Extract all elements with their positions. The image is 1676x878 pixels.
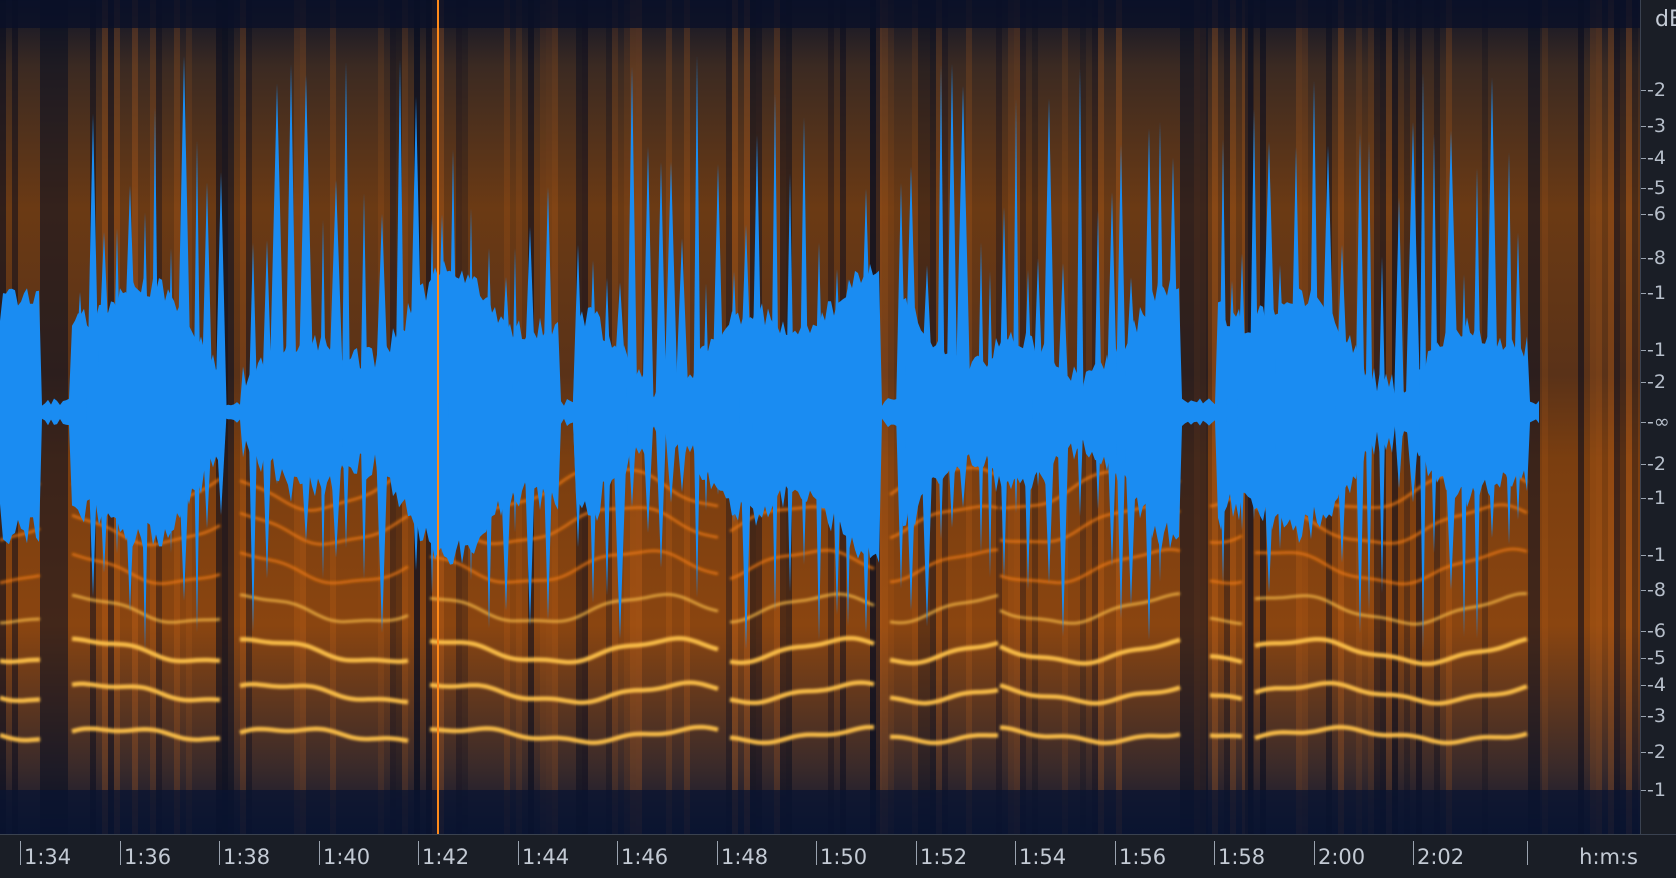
amplitude-tick	[1641, 631, 1646, 632]
time-tick-label: 1:56	[1119, 845, 1167, 869]
amplitude-tick	[1641, 126, 1646, 127]
amplitude-tick-label: -2	[1647, 79, 1666, 101]
spectrogram-streak	[1560, 0, 1566, 834]
time-tick-label: 1:54	[1019, 845, 1067, 869]
audio-editor-view: dB -2 -3 -4 -5 -6 -8 -1 -1 -2 -∞ -2 -1 -1 -8 -6 -5 -4 -3 -…	[0, 0, 1676, 878]
time-tick-label: 2:00	[1318, 845, 1366, 869]
amplitude-tick-label: -∞	[1647, 411, 1670, 433]
time-tick-label: 1:48	[721, 845, 769, 869]
amplitude-tick	[1641, 90, 1646, 91]
amplitude-tick	[1641, 158, 1646, 159]
spectrogram-streak	[1572, 0, 1578, 834]
harmonic-line	[0, 657, 41, 665]
time-tick	[1527, 841, 1528, 865]
amplitude-tick-label: -8	[1647, 247, 1666, 269]
spectrogram-streak	[1626, 0, 1632, 834]
time-tick	[717, 841, 718, 865]
amplitude-tick-label: -2	[1647, 453, 1666, 475]
amplitude-tick	[1641, 716, 1646, 717]
spectrogram-streak	[1614, 0, 1620, 834]
amplitude-tick	[1641, 658, 1646, 659]
time-tick	[1214, 841, 1215, 865]
amplitude-tick	[1641, 555, 1646, 556]
time-tick	[1115, 841, 1116, 865]
amplitude-tick-label: -1	[1647, 544, 1666, 566]
amplitude-tick-label: -1	[1647, 487, 1666, 509]
amplitude-tick	[1641, 293, 1646, 294]
amplitude-tick-label: -8	[1647, 579, 1666, 601]
amplitude-tick-label: -6	[1647, 203, 1666, 225]
time-tick-label: 1:40	[323, 845, 371, 869]
spectrogram-canvas[interactable]	[0, 0, 1640, 834]
amplitude-tick	[1641, 498, 1646, 499]
amplitude-tick	[1641, 214, 1646, 215]
amplitude-tick-label: -2	[1647, 741, 1666, 763]
time-tick	[20, 841, 21, 865]
spectrogram-streak	[1548, 0, 1554, 834]
amplitude-tick-label: -1	[1647, 779, 1666, 801]
time-tick-label: 1:42	[422, 845, 470, 869]
time-tick-label: 1:52	[920, 845, 968, 869]
amplitude-tick-label: -4	[1647, 147, 1666, 169]
spectrogram-streak	[1596, 0, 1602, 834]
amplitude-tick	[1641, 790, 1646, 791]
spectrogram-streak	[1620, 0, 1626, 834]
amplitude-tick	[1641, 422, 1646, 423]
spectrogram-streak	[1554, 0, 1560, 834]
amplitude-tick-label: -3	[1647, 115, 1666, 137]
spectrogram-streak	[1566, 0, 1572, 834]
time-tick	[1015, 841, 1016, 865]
amplitude-tick-label: -6	[1647, 620, 1666, 642]
time-tick	[916, 841, 917, 865]
amplitude-tick-label: -4	[1647, 674, 1666, 696]
amplitude-tick	[1641, 685, 1646, 686]
time-tick-label: 1:50	[820, 845, 868, 869]
time-tick-label: 1:46	[621, 845, 669, 869]
time-tick-label: 1:58	[1218, 845, 1266, 869]
time-tick	[219, 841, 220, 865]
time-tick	[816, 841, 817, 865]
amplitude-tick	[1641, 590, 1646, 591]
amplitude-tick	[1641, 188, 1646, 189]
amplitude-tick-label: -5	[1647, 177, 1666, 199]
spectrogram-display[interactable]	[0, 0, 1640, 834]
spectrogram-streak	[1608, 0, 1614, 834]
amplitude-tick	[1641, 464, 1646, 465]
amplitude-tick-label: -3	[1647, 705, 1666, 727]
amplitude-unit-label: dB	[1655, 7, 1676, 32]
time-tick-label: 1:36	[124, 845, 172, 869]
time-tick	[1413, 841, 1414, 865]
time-tick	[319, 841, 320, 865]
time-unit-label: h:m:s	[1579, 845, 1638, 869]
spectrogram-streak	[1542, 0, 1548, 834]
amplitude-tick-label: -1	[1647, 339, 1666, 361]
time-tick-label: 2:02	[1417, 845, 1465, 869]
spectrogram-bottom-shade	[0, 790, 1640, 834]
time-tick	[418, 841, 419, 865]
time-tick-label: 1:38	[223, 845, 271, 869]
amplitude-tick	[1641, 752, 1646, 753]
time-tick-label: 1:34	[24, 845, 72, 869]
spectrogram-streak	[1602, 0, 1608, 834]
amplitude-ruler[interactable]: dB -2 -3 -4 -5 -6 -8 -1 -1 -2 -∞ -2 -1 -1 -8 -6 -5 -4 -3 -…	[1640, 0, 1676, 834]
time-tick	[617, 841, 618, 865]
amplitude-tick	[1641, 258, 1646, 259]
time-tick	[1314, 841, 1315, 865]
spectrogram-streak	[1590, 0, 1596, 834]
spectrogram-top-shade	[0, 0, 1640, 28]
time-ruler[interactable]: h:m:s 1:34 1:36 1:38 1:40 1:42 1:44 1:46 1:48 1:…	[0, 834, 1676, 878]
harmonic-line	[1209, 733, 1243, 739]
spectrogram-streak	[1632, 0, 1638, 834]
amplitude-tick-label: -1	[1647, 282, 1666, 304]
time-tick	[120, 841, 121, 865]
amplitude-tick-label: -5	[1647, 647, 1666, 669]
spectrogram-streak	[1578, 0, 1584, 834]
time-tick	[518, 841, 519, 865]
amplitude-tick	[1641, 382, 1646, 383]
time-tick-label: 1:44	[522, 845, 570, 869]
amplitude-tick-label: -2	[1647, 371, 1666, 393]
amplitude-tick	[1641, 350, 1646, 351]
spectrogram-streak	[1584, 0, 1590, 834]
